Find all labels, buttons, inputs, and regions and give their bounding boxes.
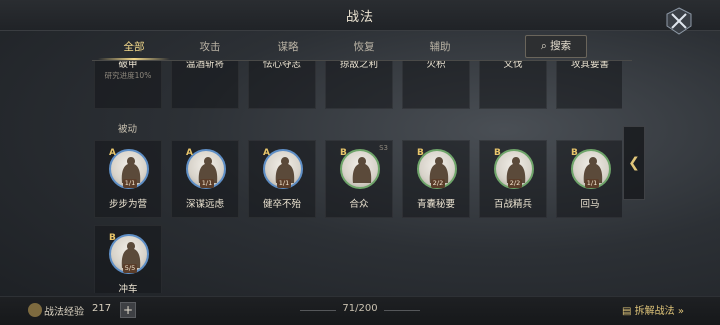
general-portrait: B 1/1 — [571, 148, 611, 189]
general-portrait: A 1/1 — [186, 148, 226, 189]
general-portrait: B 2/2 — [417, 148, 457, 189]
general-portrait: B 2/2 — [494, 148, 534, 189]
tab-support[interactable]: 辅助 — [410, 36, 470, 58]
search-button[interactable]: ⌕ 搜索 — [525, 35, 587, 58]
skill-card[interactable]: 火积 — [402, 61, 470, 109]
search-label: 搜索 — [550, 40, 572, 52]
page-title: 战法 — [345, 10, 374, 25]
tab-all[interactable]: 全部 — [104, 36, 164, 58]
skill-card[interactable]: A 1/1 深谋远虑 — [171, 140, 239, 218]
skill-card[interactable]: 掠敌之利 — [325, 61, 393, 109]
skill-card[interactable]: B 2/2 青囊秘要 — [402, 140, 470, 218]
skill-card[interactable]: S3 B 合众 — [325, 140, 393, 218]
skill-card[interactable]: B 2/2 百战精兵 — [479, 140, 547, 218]
skill-card[interactable]: B 5/5 冲车 — [94, 225, 162, 293]
general-portrait: B — [340, 148, 380, 189]
skill-card[interactable]: B 1/1 回马 — [556, 140, 622, 218]
section-passive-label: 被动 — [118, 124, 138, 135]
search-icon: ⌕ — [540, 40, 547, 52]
count-divider-right — [384, 310, 420, 311]
skill-card[interactable]: 攻其要害 — [556, 61, 622, 109]
skill-card[interactable]: 怯心夺志 — [248, 61, 316, 109]
collapse-side-panel-button[interactable]: ❮ — [623, 126, 645, 200]
dismantle-button[interactable]: ▤ 拆解战法 » — [622, 302, 684, 317]
close-button[interactable] — [664, 6, 694, 36]
general-portrait: A 1/1 — [263, 148, 303, 189]
skill-card[interactable]: 温酒斩将 — [171, 61, 239, 109]
skill-count: 71/200 — [342, 303, 378, 314]
skill-card[interactable]: 破甲 研究进度10% — [94, 61, 162, 109]
crossed-swords-icon — [666, 7, 692, 35]
tab-strategy[interactable]: 谋略 — [258, 36, 318, 58]
skill-grid: 破甲 研究进度10% 温酒斩将 怯心夺志 掠敌之利 火积 文伐 攻其要害 被动 … — [92, 61, 622, 293]
chevron-left-icon: ❮ — [628, 155, 640, 171]
tab-recovery[interactable]: 恢复 — [334, 36, 394, 58]
skill-card[interactable]: A 1/1 步步为营 — [94, 140, 162, 218]
skill-card[interactable]: A 1/1 健卒不殆 — [248, 140, 316, 218]
document-icon: ▤ — [622, 306, 632, 317]
general-portrait: A 1/1 — [109, 148, 149, 189]
dismantle-label: 拆解战法 » — [634, 306, 684, 317]
tab-attack[interactable]: 攻击 — [180, 36, 240, 58]
general-portrait: B 5/5 — [109, 233, 149, 274]
skill-card[interactable]: 文伐 — [479, 61, 547, 109]
